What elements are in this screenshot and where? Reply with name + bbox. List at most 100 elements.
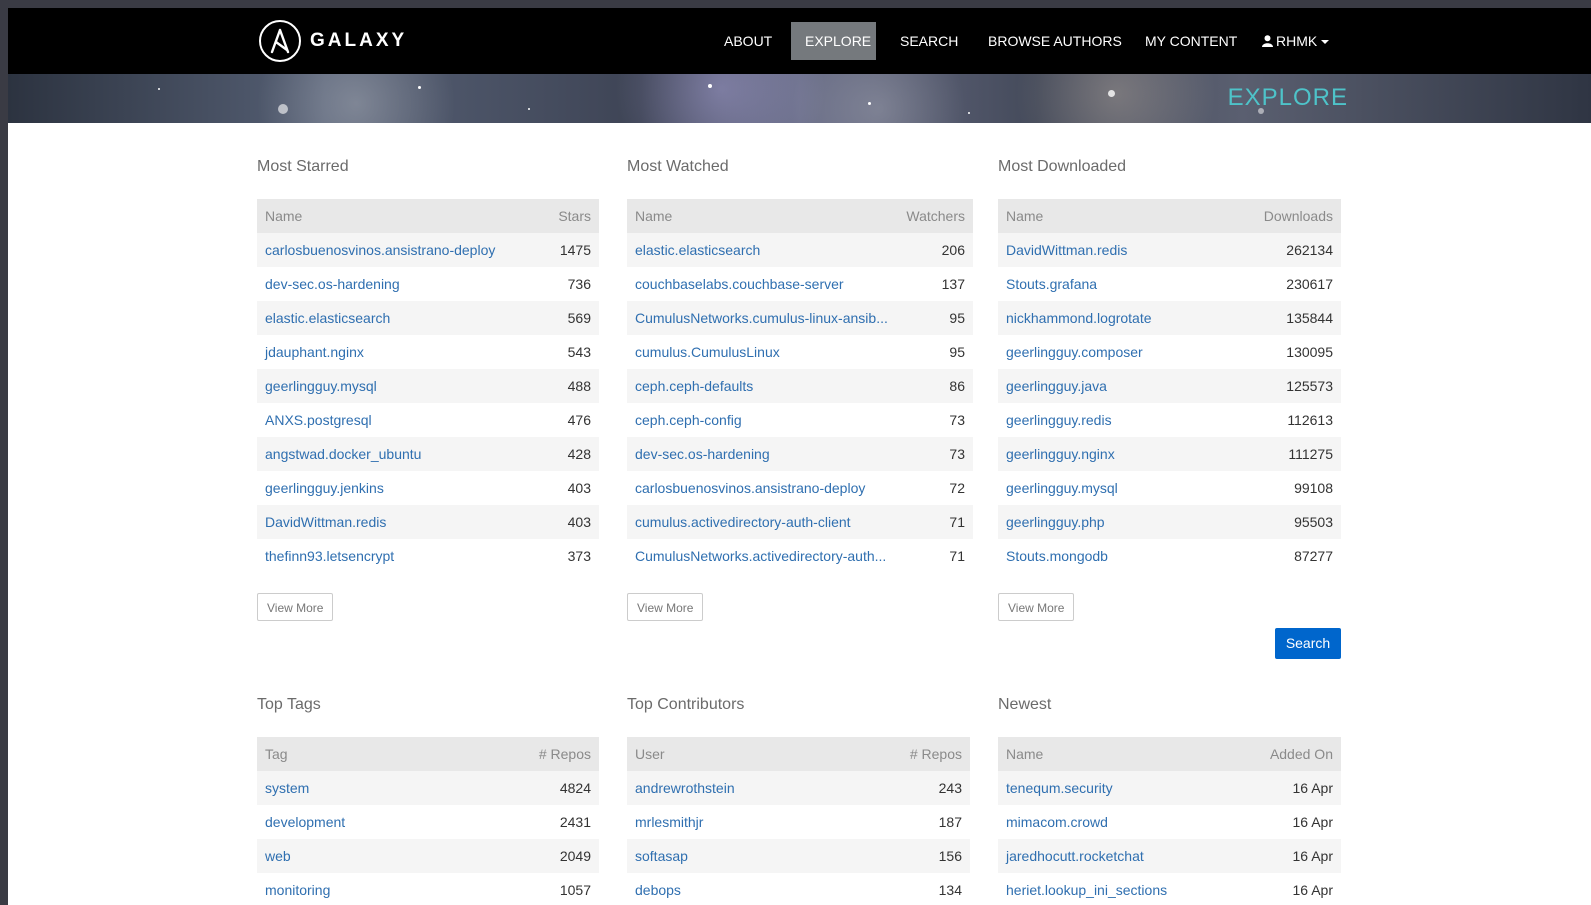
column-header-name[interactable]: Name (998, 737, 1251, 771)
row-link[interactable]: dev-sec.os-hardening (265, 276, 400, 292)
table-row: jaredhocutt.rocketchat 16 Apr (998, 839, 1341, 873)
row-value-cell: 373 (567, 548, 591, 564)
row-name-cell: dev-sec.os-hardening (627, 437, 897, 471)
nav-search[interactable]: SEARCH (886, 22, 972, 60)
row-link[interactable]: DavidWittman.redis (1006, 242, 1127, 258)
row-link[interactable]: system (265, 780, 309, 796)
column-header-name[interactable]: Name (627, 199, 897, 233)
row-name-cell: DavidWittman.redis (998, 233, 1251, 267)
row-link[interactable]: development (265, 814, 345, 830)
row-link[interactable]: monitoring (265, 882, 330, 898)
table-row: cumulus.CumulusLinux 95 (627, 335, 973, 369)
newest-panel: Newest Name Added On tenequm.security 16 … (998, 693, 1341, 905)
row-link[interactable]: softasap (635, 848, 688, 864)
row-link[interactable]: DavidWittman.redis (265, 514, 386, 530)
row-link[interactable]: geerlingguy.composer (1006, 344, 1143, 360)
row-link[interactable]: nickhammond.logrotate (1006, 310, 1152, 326)
user-menu[interactable]: RHMK (1248, 22, 1343, 60)
nav-explore[interactable]: EXPLORE (791, 22, 876, 60)
row-link[interactable]: cumulus.CumulusLinux (635, 344, 780, 360)
table-row: heriet.lookup_ini_sections 16 Apr (998, 873, 1341, 905)
nav-my-content[interactable]: MY CONTENT (1131, 22, 1251, 60)
row-link[interactable]: ANXS.postgresql (265, 412, 372, 428)
view-more-button[interactable]: View More (257, 593, 334, 621)
column-header-user[interactable]: User (627, 737, 890, 771)
table-row: elastic.elasticsearch 569 (257, 301, 599, 335)
row-name-cell: geerlingguy.jenkins (257, 471, 529, 505)
row-link[interactable]: CumulusNetworks.activedirectory-auth... (635, 548, 886, 564)
table-row: softasap 156 (627, 839, 970, 873)
row-value-cell: 99108 (1294, 480, 1333, 496)
table-row: ceph.ceph-config 73 (627, 403, 973, 437)
table-row: geerlingguy.composer 130095 (998, 335, 1341, 369)
view-more-button[interactable]: View More (998, 593, 1075, 621)
row-link[interactable]: cumulus.activedirectory-auth-client (635, 514, 851, 530)
row-name-cell: thefinn93.letsencrypt (257, 539, 529, 573)
row-link[interactable]: couchbaselabs.couchbase-server (635, 276, 844, 292)
row-link[interactable]: dev-sec.os-hardening (635, 446, 770, 462)
row-link[interactable]: jdauphant.nginx (265, 344, 364, 360)
row-link[interactable]: web (265, 848, 291, 864)
panel-title: Most Downloaded (998, 158, 1127, 175)
panel-title: Most Watched (627, 158, 729, 175)
column-header-name[interactable]: Name (257, 199, 529, 233)
row-link[interactable]: jaredhocutt.rocketchat (1006, 848, 1144, 864)
row-link[interactable]: heriet.lookup_ini_sections (1006, 882, 1167, 898)
column-header-downloads[interactable]: Downloads (1251, 199, 1341, 233)
row-value-cell: 230617 (1286, 276, 1333, 292)
row-value-cell: 86 (897, 369, 973, 403)
column-header-added-on[interactable]: Added On (1251, 737, 1341, 771)
row-name-cell: Stouts.grafana (998, 267, 1251, 301)
table-row: CumulusNetworks.cumulus-linux-ansib... 95 (627, 301, 973, 335)
row-link[interactable]: mimacom.crowd (1006, 814, 1108, 830)
row-link[interactable]: carlosbuenosvinos.ansistrano-deploy (635, 480, 865, 496)
nav-browse-authors[interactable]: BROWSE AUTHORS (974, 22, 1136, 60)
row-link[interactable]: debops (635, 882, 681, 898)
row-name-cell: geerlingguy.nginx (998, 437, 1251, 471)
row-link[interactable]: elastic.elasticsearch (635, 242, 760, 258)
row-link[interactable]: geerlingguy.redis (1006, 412, 1112, 428)
table-row: mimacom.crowd 16 Apr (998, 805, 1341, 839)
column-header-stars[interactable]: Stars (529, 199, 599, 233)
most-watched-table: Name Watchers elastic.elasticsearch 206 co… (627, 199, 973, 573)
banner-title: EXPLORE (1227, 84, 1348, 111)
row-link[interactable]: andrewrothstein (635, 780, 735, 796)
row-value-cell: 95 (897, 301, 973, 335)
view-more-button[interactable]: View More (627, 593, 704, 621)
row-link[interactable]: thefinn93.letsencrypt (265, 548, 394, 564)
nav-about[interactable]: ABOUT (710, 22, 786, 60)
caret-down-icon (1321, 40, 1330, 45)
row-value-cell: 73 (897, 437, 973, 471)
row-link[interactable]: Stouts.grafana (1006, 276, 1097, 292)
search-button[interactable]: Search (1275, 628, 1341, 659)
row-link[interactable]: geerlingguy.mysql (265, 378, 377, 394)
row-value-cell: 156 (890, 839, 970, 873)
row-link[interactable]: elastic.elasticsearch (265, 310, 390, 326)
table-row: Stouts.mongodb 87277 (998, 539, 1341, 573)
row-link[interactable]: tenequm.security (1006, 780, 1113, 796)
row-link[interactable]: Stouts.mongodb (1006, 548, 1108, 564)
table-row: jdauphant.nginx 543 (257, 335, 599, 369)
row-value-cell: 16 Apr (1251, 839, 1341, 873)
column-header-name[interactable]: Name (998, 199, 1251, 233)
table-row: angstwad.docker_ubuntu 428 (257, 437, 599, 471)
row-link[interactable]: geerlingguy.php (1006, 514, 1105, 530)
row-link[interactable]: ceph.ceph-config (635, 412, 742, 428)
row-link[interactable]: geerlingguy.nginx (1006, 446, 1115, 462)
galaxy-logo[interactable]: GALAXY (259, 18, 407, 64)
column-header-tag[interactable]: Tag (257, 737, 519, 771)
row-link[interactable]: geerlingguy.jenkins (265, 480, 384, 496)
column-header-repos[interactable]: # Repos (519, 737, 599, 771)
row-link[interactable]: mrlesmithjr (635, 814, 703, 830)
row-link[interactable]: angstwad.docker_ubuntu (265, 446, 421, 462)
row-link[interactable]: carlosbuenosvinos.ansistrano-deploy (265, 242, 495, 258)
column-header-repos[interactable]: # Repos (890, 737, 970, 771)
row-link[interactable]: ceph.ceph-defaults (635, 378, 753, 394)
row-value-cell: 403 (567, 480, 591, 496)
row-link[interactable]: geerlingguy.java (1006, 378, 1107, 394)
row-name-cell: CumulusNetworks.cumulus-linux-ansib... (627, 301, 897, 335)
row-link[interactable]: CumulusNetworks.cumulus-linux-ansib... (635, 310, 888, 326)
row-link[interactable]: geerlingguy.mysql (1006, 480, 1118, 496)
column-header-watchers[interactable]: Watchers (897, 199, 973, 233)
table-row: system 4824 (257, 771, 599, 805)
